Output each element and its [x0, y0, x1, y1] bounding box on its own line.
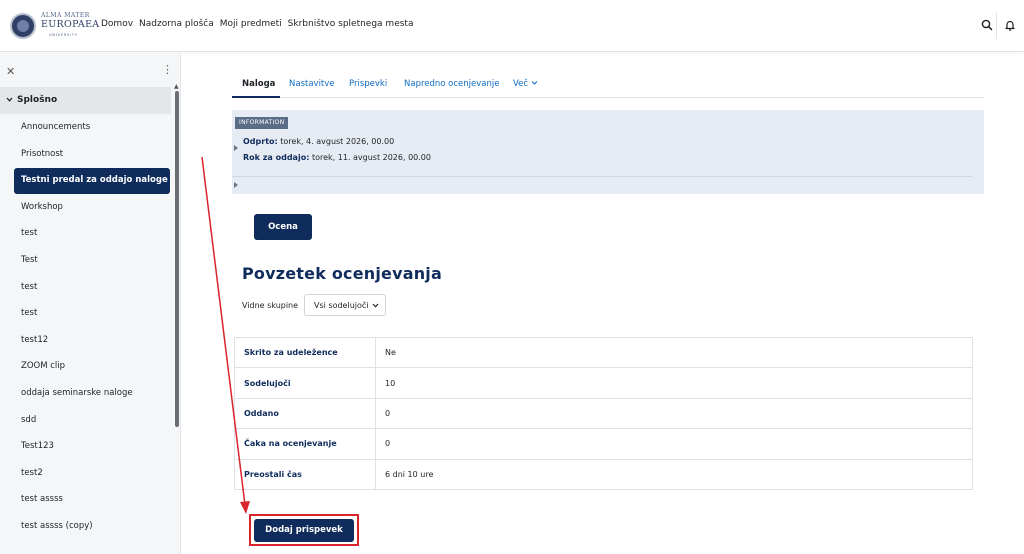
- sidebar-item-label: test: [21, 281, 38, 292]
- sidebar-item-label: sdd: [21, 414, 37, 425]
- information-badge: INFORMATION: [235, 117, 289, 129]
- sidebar-item-label: oddaja seminarske naloge: [21, 388, 133, 398]
- sidebar-item-label: test: [21, 228, 38, 239]
- tab-more-label: Več: [513, 79, 529, 89]
- sidebar-item[interactable]: oddaja seminarske naloge: [0, 381, 171, 407]
- sidebar-item[interactable]: test2: [0, 461, 171, 487]
- sidebar-item[interactable]: test: [0, 301, 171, 327]
- sidebar-item-label: test assss: [21, 494, 63, 505]
- visible-groups-select[interactable]: Vsi sodelujoči: [304, 294, 386, 316]
- sidebar-item[interactable]: test assss (copy): [0, 514, 171, 540]
- sidebar-item[interactable]: Test: [0, 248, 171, 274]
- sidebar-item-label: test2: [21, 467, 43, 478]
- row-value: 0: [375, 428, 973, 460]
- sidebar-item-label: test12: [21, 334, 49, 345]
- visible-groups-label: Vidne skupine: [242, 301, 299, 310]
- row-label: Čaka na ocenjevanje: [234, 428, 376, 460]
- activity-dates-box: INFORMATION Odprto: torek, 4. avgust 202…: [232, 110, 984, 194]
- top-navbar: ALMA MATER EUROPAEA UNIVERSITY Domov Nad…: [0, 0, 1024, 52]
- chevron-down-icon: [531, 81, 538, 85]
- sidebar-item[interactable]: ZOOM clip: [0, 354, 171, 380]
- nav-dashboard[interactable]: Nadzorna plošča: [139, 19, 214, 29]
- logo-line2: EUROPAEA: [41, 19, 100, 30]
- caret-right-icon[interactable]: [234, 182, 238, 188]
- sidebar-item[interactable]: test assss: [0, 487, 171, 513]
- nav-home[interactable]: Domov: [101, 19, 133, 29]
- chevron-down-icon: [6, 97, 13, 102]
- logo-line3: UNIVERSITY: [49, 33, 78, 37]
- row-label: Oddano: [234, 397, 376, 430]
- sidebar-item[interactable]: Announcements: [0, 115, 171, 141]
- table-row: Oddano 0: [234, 397, 973, 430]
- table-row: Sodelujoči 10: [234, 367, 973, 399]
- nav-site-admin[interactable]: Skrbništvo spletnega mesta: [288, 19, 414, 29]
- nav-my-courses[interactable]: Moji predmeti: [220, 19, 282, 29]
- table-row: Preostali čas 6 dni 10 ure: [234, 458, 973, 490]
- row-value: 6 dni 10 ure: [375, 458, 973, 490]
- sidebar-item-label: Announcements: [21, 122, 91, 132]
- row-value: 10: [375, 367, 973, 399]
- navbar-divider: [996, 13, 997, 39]
- sidebar-item-label: Test123: [21, 441, 54, 452]
- chevron-down-icon: [372, 303, 379, 308]
- row-label: Skrito za udeležence: [234, 336, 376, 369]
- sidebar-item[interactable]: test: [0, 221, 171, 247]
- sidebar-scrollbar[interactable]: [175, 91, 179, 427]
- primary-nav: Domov Nadzorna plošča Moji predmeti Skrb…: [101, 19, 419, 29]
- kebab-menu-icon[interactable]: ⋮: [162, 63, 173, 76]
- sidebar-item-label: Prisotnost: [21, 148, 64, 159]
- due-label: Rok za oddajo:: [243, 153, 310, 162]
- opened-value: torek, 4. avgust 2026, 00.00: [280, 137, 395, 146]
- active-tab-indicator: [232, 96, 280, 98]
- table-row: Skrito za udeležence Ne: [234, 336, 973, 369]
- sidebar-item-label: ZOOM clip: [21, 361, 66, 372]
- section-label: Splošno: [17, 95, 58, 105]
- seal-icon: [10, 13, 36, 39]
- sidebar-item[interactable]: test12: [0, 328, 171, 354]
- tab-more[interactable]: Več: [513, 79, 538, 89]
- bell-icon[interactable]: [1003, 18, 1017, 32]
- secondary-navigation: Naloga Nastavitve Prispevki Napredno oce…: [232, 70, 984, 98]
- due-date: Rok za oddajo: torek, 11. avgust 2026, 0…: [243, 153, 431, 162]
- sidebar-item-label: Testni predal za oddajo naloge: [21, 175, 168, 186]
- sidebar-item[interactable]: sdd: [0, 408, 171, 434]
- opened-label: Odprto:: [243, 137, 278, 146]
- row-label: Preostali čas: [234, 458, 376, 490]
- table-row: Čaka na ocenjevanje 0: [234, 428, 973, 460]
- sidebar-item-label: Workshop: [21, 201, 63, 212]
- scroll-up-arrow-icon[interactable]: ▲: [174, 83, 179, 90]
- university-logo[interactable]: ALMA MATER EUROPAEA UNIVERSITY: [10, 11, 99, 41]
- visible-groups-value: Vsi sodelujoči: [314, 301, 369, 310]
- section-general[interactable]: Splošno: [0, 87, 171, 114]
- row-label: Sodelujoči: [234, 367, 376, 399]
- logo-line1: ALMA MATER: [41, 12, 90, 19]
- tab-assignment[interactable]: Naloga: [242, 79, 275, 89]
- sidebar-item[interactable]: Testni predal za oddajo naloge: [14, 168, 170, 195]
- tab-advanced-grading[interactable]: Napredno ocenjevanje: [404, 79, 499, 89]
- grading-summary-table: Skrito za udeležence Ne Sodelujoči 10 Oddano…: [234, 336, 973, 490]
- row-value: Ne: [375, 336, 973, 369]
- sidebar-item-label: test: [21, 308, 38, 319]
- due-value: torek, 11. avgust 2026, 00.00: [311, 153, 431, 162]
- grade-button[interactable]: Ocena: [254, 214, 312, 240]
- course-index-drawer: ✕ ⋮ ▲ Splošno Announcements Prisotnost Tes…: [0, 53, 181, 554]
- sidebar-item[interactable]: Test123: [0, 434, 171, 460]
- tab-submissions[interactable]: Prispevki: [349, 79, 387, 89]
- sidebar-item-label: Test: [21, 255, 38, 265]
- annotation-highlight-box: [249, 514, 359, 546]
- sidebar-item[interactable]: Workshop: [0, 195, 171, 221]
- sidebar-item-label: test assss (copy): [21, 521, 93, 531]
- sidebar-item[interactable]: Prisotnost: [0, 142, 171, 168]
- caret-right-icon[interactable]: [234, 145, 238, 151]
- close-drawer-icon[interactable]: ✕: [6, 65, 15, 78]
- opened-date: Odprto: torek, 4. avgust 2026, 00.00: [243, 137, 394, 146]
- search-icon[interactable]: [980, 18, 994, 32]
- row-value: 0: [375, 397, 973, 430]
- sidebar-item[interactable]: test: [0, 275, 171, 301]
- info-divider: [232, 176, 972, 177]
- tab-settings[interactable]: Nastavitve: [289, 79, 335, 89]
- grading-summary-heading: Povzetek ocenjevanja: [242, 264, 442, 283]
